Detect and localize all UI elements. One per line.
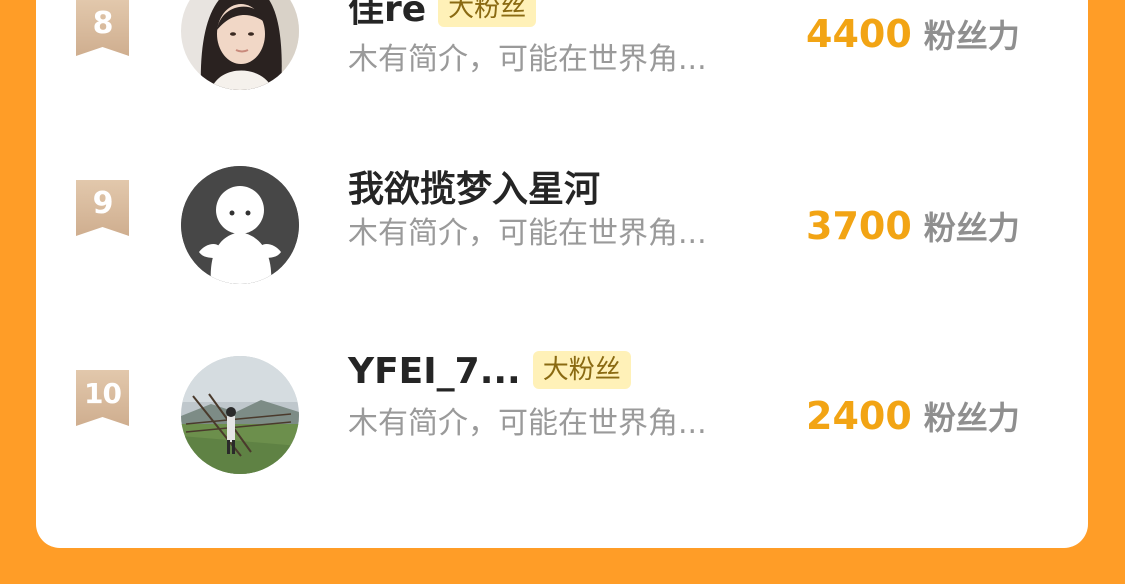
fan-power-unit: 粉丝力	[923, 17, 1020, 55]
fan-power-score: 3700 粉丝力	[806, 202, 1020, 258]
fan-power-score: 2400 粉丝力	[806, 392, 1020, 448]
ranking-row-8[interactable]: 8 佳re 大粉丝 木有简介，可能在世界角... 4400 粉丝力	[36, 0, 1088, 110]
ranking-row-9[interactable]: 9 我欲揽梦入星河 木有简介，可能在世界角... 3700 粉丝力	[36, 166, 1088, 296]
fan-power-value: 2400	[806, 394, 912, 438]
user-bio: 木有简介，可能在世界角...	[348, 406, 707, 441]
fan-power-score: 4400 粉丝力	[806, 10, 1020, 66]
user-avatar-default[interactable]	[181, 166, 299, 284]
landscape-photo-icon	[181, 356, 299, 474]
fan-ranking-card: 8 佳re 大粉丝 木有简介，可能在世界角... 4400 粉丝力 9 我欲揽梦…	[36, 0, 1088, 548]
fan-level-badge: 大粉丝	[532, 351, 631, 389]
rank-ribbon-icon: 8	[76, 0, 129, 56]
fan-power-unit: 粉丝力	[923, 399, 1020, 437]
user-name[interactable]: YFEI_7... 大粉丝	[348, 350, 631, 394]
user-name-text[interactable]: 佳re	[348, 0, 426, 30]
user-name-text[interactable]: 我欲揽梦入星河	[348, 169, 600, 210]
default-ghost-avatar-icon	[181, 166, 299, 284]
user-bio: 木有简介，可能在世界角...	[348, 42, 707, 77]
user-name[interactable]: 佳re 大粉丝	[348, 0, 537, 32]
user-bio: 木有简介，可能在世界角...	[348, 216, 707, 251]
user-name-text[interactable]: YFEI_7...	[348, 351, 521, 392]
user-avatar-landscape[interactable]	[181, 356, 299, 474]
user-name[interactable]: 我欲揽梦入星河	[348, 168, 600, 212]
bottom-background	[0, 548, 1125, 584]
user-avatar-portrait[interactable]	[181, 0, 299, 90]
fan-power-unit: 粉丝力	[923, 209, 1020, 247]
portrait-photo-icon	[181, 0, 299, 90]
ranking-row-10[interactable]: 10 YFEI_7... 大粉丝 木有简介，可能在世界角... 2400 粉丝力	[36, 351, 1088, 486]
fan-level-badge: 大粉丝	[438, 0, 537, 27]
rank-ribbon-icon: 10	[76, 370, 129, 426]
fan-power-value: 3700	[806, 204, 912, 248]
fan-power-value: 4400	[806, 12, 912, 56]
rank-ribbon-icon: 9	[76, 180, 129, 236]
